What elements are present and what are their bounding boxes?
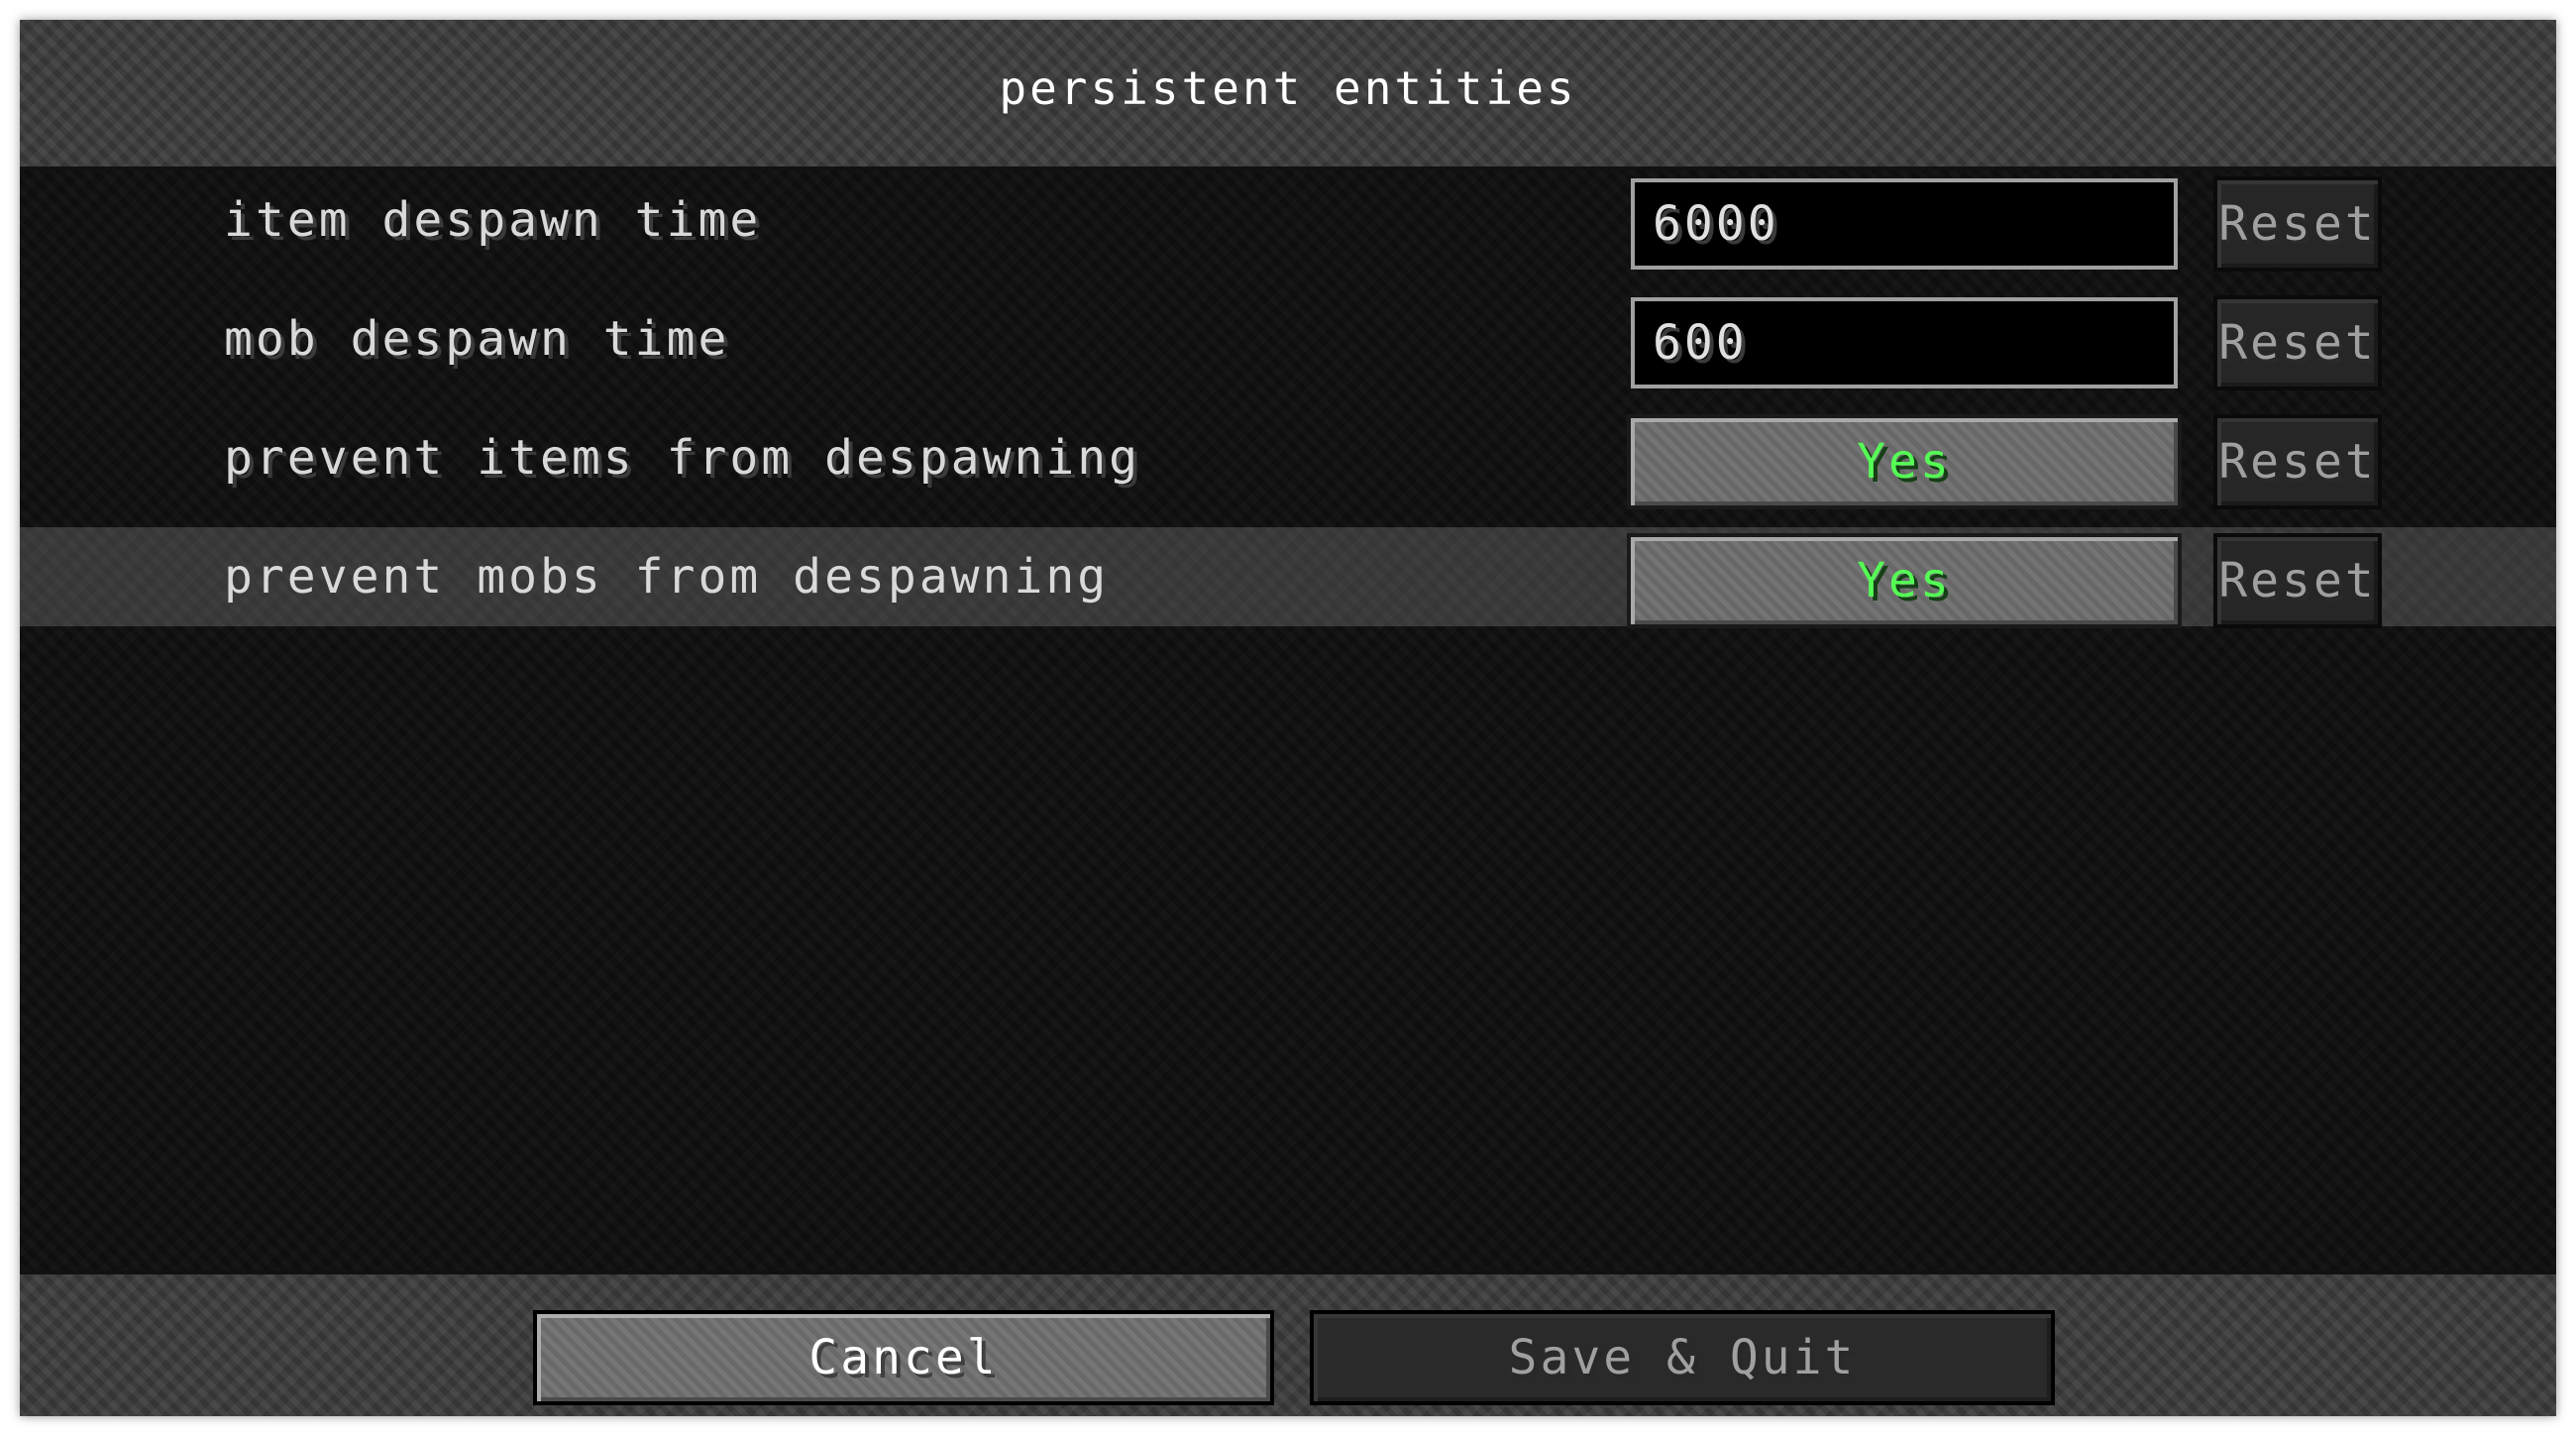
reset-mob-despawn-time-button[interactable]: Reset xyxy=(2213,295,2382,390)
reset-item-despawn-time-button[interactable]: Reset xyxy=(2213,176,2382,272)
setting-row-mob-despawn-time: mob despawn time Reset xyxy=(20,289,2556,390)
setting-row-prevent-items-despawning: prevent items from despawning Yes Reset xyxy=(20,408,2556,509)
setting-label: item despawn time xyxy=(224,192,762,248)
prevent-items-despawning-toggle[interactable]: Yes xyxy=(1627,414,2182,509)
footer-bar: Cancel Save & Quit xyxy=(20,1270,2556,1416)
cancel-button[interactable]: Cancel xyxy=(533,1310,1274,1405)
settings-list[interactable]: item despawn time Reset mob despawn time… xyxy=(20,170,2556,1270)
setting-row-item-despawn-time: item despawn time Reset xyxy=(20,170,2556,272)
setting-label: prevent mobs from despawning xyxy=(224,549,1110,605)
setting-label: mob despawn time xyxy=(224,311,730,367)
setting-row-prevent-mobs-despawning: prevent mobs from despawning Yes Reset xyxy=(20,527,2556,628)
config-screen: persistent entities item despawn time Re… xyxy=(20,20,2556,1416)
prevent-mobs-despawning-toggle[interactable]: Yes xyxy=(1627,533,2182,628)
setting-label: prevent items from despawning xyxy=(224,430,1141,486)
reset-prevent-mobs-despawning-button[interactable]: Reset xyxy=(2213,533,2382,628)
screen-title: persistent entities xyxy=(999,61,1577,115)
header-bar: persistent entities xyxy=(20,20,2556,170)
mob-despawn-time-input[interactable] xyxy=(1631,297,2178,388)
item-despawn-time-input[interactable] xyxy=(1631,178,2178,270)
save-and-quit-button[interactable]: Save & Quit xyxy=(1310,1310,2055,1405)
reset-prevent-items-despawning-button[interactable]: Reset xyxy=(2213,414,2382,509)
